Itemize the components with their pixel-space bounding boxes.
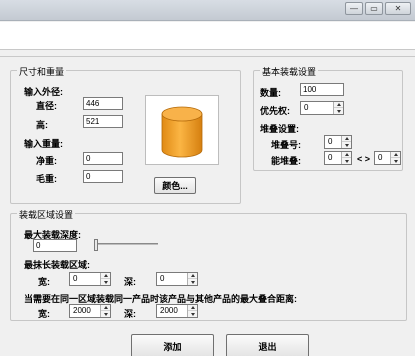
close-button[interactable]: ✕ — [385, 2, 411, 15]
diameter-field[interactable]: 446 — [83, 97, 123, 110]
gross-weight-label: 毛重: — [36, 174, 57, 184]
spin-down-icon[interactable] — [342, 142, 351, 148]
depth-value: 0 — [160, 274, 165, 283]
loading-area-legend: 装载区域设置 — [17, 208, 76, 221]
width2-label: 宽: — [38, 309, 50, 319]
diameter-label: 直径: — [36, 101, 57, 111]
stack-number-label: 堆叠号: — [271, 140, 301, 150]
max-depth-slider-track[interactable] — [96, 243, 158, 245]
spin-down-icon[interactable] — [101, 279, 110, 285]
range-separator: < > — [357, 154, 371, 164]
min-length-label: 最抹长装载区域: — [24, 260, 90, 270]
spin-down-icon[interactable] — [101, 311, 110, 317]
quantity-label: 数量: — [260, 88, 281, 98]
color-preview — [145, 95, 219, 165]
spin-down-icon[interactable] — [391, 158, 400, 164]
stack-number-value: 0 — [328, 137, 333, 146]
net-weight-field[interactable]: 0 — [83, 152, 123, 165]
priority-stepper[interactable]: 0 — [300, 101, 344, 115]
color-button[interactable]: 颜色... — [154, 177, 196, 194]
can-stack-min-stepper[interactable]: 0 — [324, 151, 352, 165]
size-weight-legend: 尺寸和重量 — [17, 65, 67, 78]
width-stepper[interactable]: 0 — [69, 272, 111, 286]
depth-stepper[interactable]: 0 — [156, 272, 198, 286]
depth-label: 深: — [124, 277, 136, 287]
cylinder-icon — [161, 106, 203, 158]
priority-value: 0 — [304, 103, 309, 112]
width2-stepper[interactable]: 2000 — [69, 304, 111, 318]
add-button[interactable]: 添加 — [131, 334, 214, 356]
spin-down-icon[interactable] — [188, 279, 197, 285]
spin-down-icon[interactable] — [334, 108, 343, 114]
can-stack-max-value: 0 — [378, 153, 383, 162]
maximize-button[interactable]: ▭ — [365, 2, 383, 15]
spin-down-icon[interactable] — [342, 158, 351, 164]
basic-settings-legend: 基本装载设置 — [260, 65, 319, 78]
depth2-stepper[interactable]: 2000 — [156, 304, 198, 318]
separator — [0, 56, 415, 57]
header-panel — [0, 22, 415, 50]
maximize-icon: ▭ — [370, 3, 378, 13]
net-weight-label: 净重: — [36, 156, 57, 166]
window-controls: — ▭ ✕ — [345, 2, 411, 15]
stack-settings-label: 堆叠设置: — [260, 124, 299, 134]
exit-button[interactable]: 退出 — [226, 334, 309, 356]
max-depth-field[interactable]: 0 — [33, 239, 77, 252]
max-depth-slider-handle[interactable] — [94, 239, 98, 251]
depth2-label: 深: — [124, 309, 136, 319]
can-stack-min-value: 0 — [328, 153, 333, 162]
minimize-icon: — — [350, 3, 358, 13]
width2-value: 2000 — [73, 306, 91, 315]
height-field[interactable]: 521 — [83, 115, 123, 128]
quantity-field[interactable]: 100 — [300, 83, 344, 96]
priority-label: 优先权: — [260, 106, 290, 116]
title-bar: — ▭ ✕ — [0, 0, 415, 21]
outer-size-label: 输入外径: — [24, 87, 63, 97]
can-stack-label: 能堆叠: — [271, 156, 301, 166]
weight-label: 输入重量: — [24, 139, 63, 149]
stack-number-stepper[interactable]: 0 — [324, 135, 352, 149]
can-stack-max-stepper[interactable]: 0 — [374, 151, 401, 165]
height-label: 高: — [36, 120, 48, 130]
width-value: 0 — [73, 274, 78, 283]
width-label: 宽: — [38, 277, 50, 287]
close-icon: ✕ — [394, 3, 402, 13]
spin-down-icon[interactable] — [188, 311, 197, 317]
minimize-button[interactable]: — — [345, 2, 363, 15]
depth2-value: 2000 — [160, 306, 178, 315]
gross-weight-field[interactable]: 0 — [83, 170, 123, 183]
